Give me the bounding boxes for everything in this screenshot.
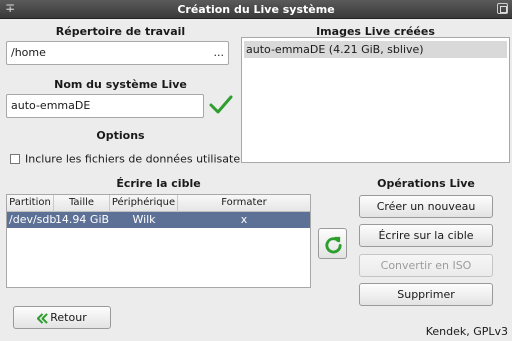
window-title: Création du Live système	[177, 3, 335, 16]
table-row[interactable]: /dev/sdb 14.94 GiB Wilk x	[7, 212, 310, 228]
back-button[interactable]: Retour	[13, 306, 111, 329]
back-button-label: Retour	[50, 311, 87, 324]
table-header: Partition Taille Périphérique Formater	[7, 195, 310, 212]
workdir-heading: Répertoire de travail	[55, 25, 186, 38]
column-device[interactable]: Périphérique	[110, 195, 178, 212]
cell-device: Wilk	[132, 213, 156, 226]
list-item[interactable]: auto-emmaDE (4.21 GiB, sblive)	[244, 41, 507, 58]
double-chevron-left-icon	[37, 312, 49, 324]
refresh-icon	[325, 236, 342, 254]
convert-iso-button[interactable]: Convertir en ISO	[359, 254, 493, 277]
workdir-value: /home	[11, 46, 46, 59]
valid-check-icon	[209, 95, 233, 114]
workdir-browse-button[interactable]: ...	[214, 42, 225, 64]
maximize-icon[interactable]	[497, 3, 508, 14]
delete-button[interactable]: Supprimer	[359, 283, 493, 306]
create-new-button[interactable]: Créer un nouveau	[359, 195, 493, 218]
workdir-field[interactable]: /home ...	[6, 41, 229, 65]
cell-format: x	[240, 213, 248, 226]
column-format[interactable]: Formater	[178, 195, 310, 212]
target-heading: Écrire la cible	[116, 177, 201, 190]
options-heading: Options	[96, 129, 145, 142]
live-images-list[interactable]: auto-emmaDE (4.21 GiB, sblive)	[241, 37, 510, 163]
include-user-data-option[interactable]: Inclure les fichiers de données utilisat…	[10, 152, 252, 166]
title-bar: ∓ Création du Live système	[0, 0, 512, 19]
column-size[interactable]: Taille	[54, 195, 110, 212]
include-user-data-checkbox[interactable]	[10, 154, 20, 164]
refresh-button[interactable]	[318, 228, 347, 259]
operations-heading: Opérations Live	[377, 177, 475, 190]
cell-partition: /dev/sdb	[9, 213, 57, 226]
include-user-data-label: Inclure les fichiers de données utilisat…	[25, 152, 252, 166]
target-table[interactable]: Partition Taille Périphérique Formater /…	[6, 194, 311, 288]
live-name-value: auto-emmaDE	[11, 99, 91, 112]
write-target-button[interactable]: Écrire sur la cible	[359, 224, 493, 247]
credit-text: Kendek, GPLv3	[425, 325, 508, 338]
live-name-heading: Nom du système Live	[54, 78, 187, 91]
live-name-input[interactable]: auto-emmaDE	[6, 94, 204, 118]
cell-size: 14.94 GiB	[54, 213, 110, 226]
column-partition[interactable]: Partition	[7, 195, 54, 212]
